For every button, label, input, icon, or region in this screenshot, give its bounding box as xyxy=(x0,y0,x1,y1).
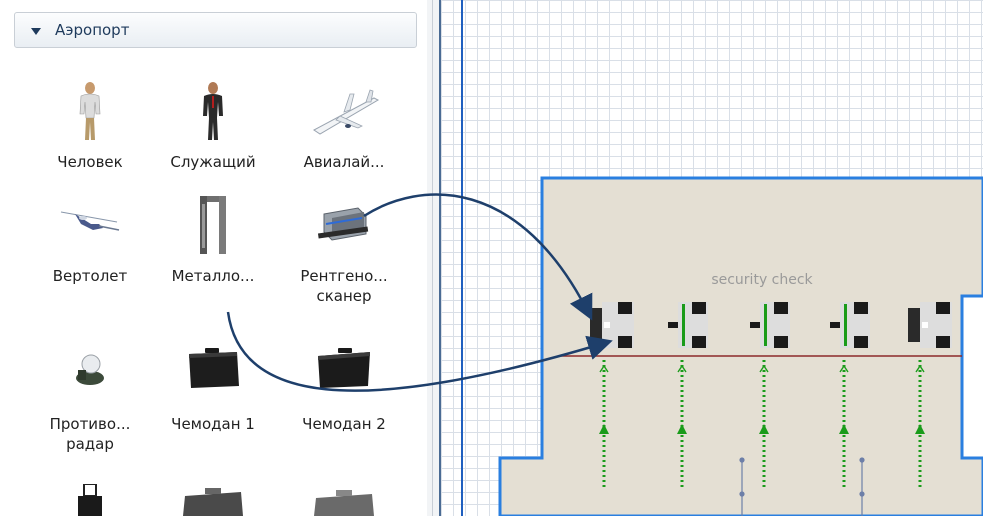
queue-post-dot xyxy=(739,491,745,497)
queue-post-dot xyxy=(859,491,865,497)
inner-room-wall[interactable] xyxy=(960,294,983,460)
canvas-drawing xyxy=(226,176,983,516)
queue-post-dot xyxy=(739,457,745,463)
xray-scanner-2[interactable] xyxy=(908,302,952,348)
xray-scanner-1[interactable] xyxy=(590,302,634,348)
queue-post-dot xyxy=(859,457,865,463)
zone-label: security check xyxy=(711,272,813,288)
